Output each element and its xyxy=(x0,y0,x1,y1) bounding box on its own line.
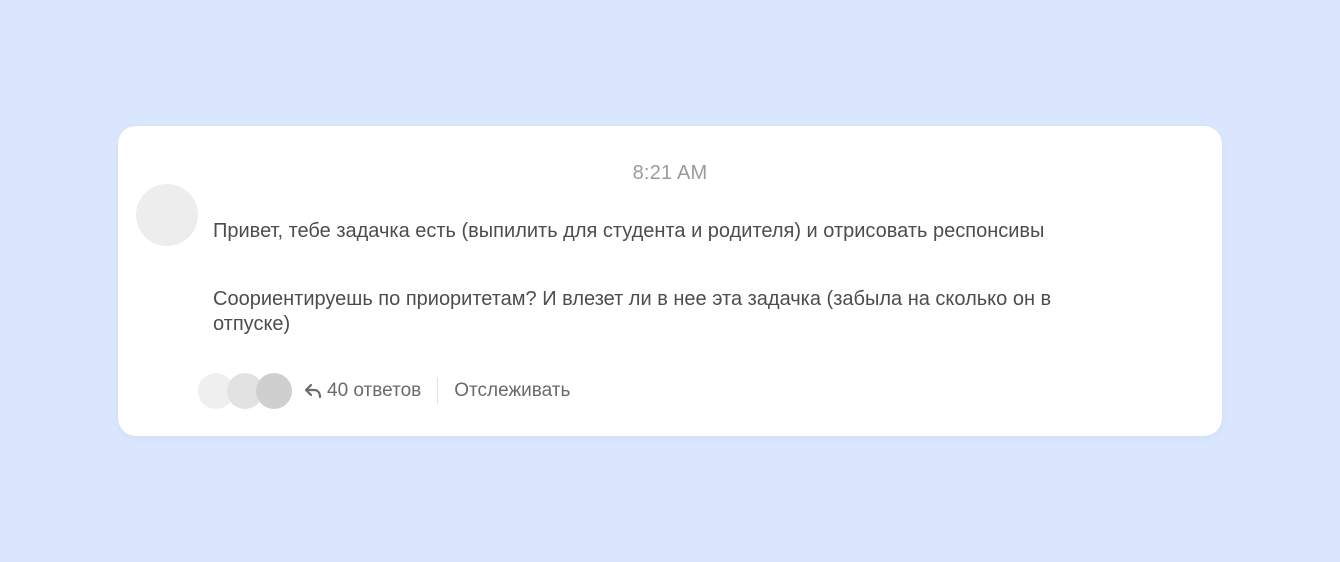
reply-arrow-icon xyxy=(304,382,322,400)
participant-avatars[interactable] xyxy=(198,372,294,410)
sender-avatar[interactable] xyxy=(136,184,198,246)
footer-divider xyxy=(437,378,439,404)
message-card: 8:21 AM Привет, тебе задачка есть (выпил… xyxy=(118,126,1222,436)
follow-button[interactable]: Отслеживать xyxy=(454,380,570,402)
thread-footer: 40 ответов Отслеживать xyxy=(198,372,570,410)
message-paragraph-2: Соориентируешь по приоритетам? И влезет … xyxy=(213,288,1052,335)
message-paragraph-1: Привет, тебе задачка есть (выпилить для … xyxy=(213,220,1045,242)
participant-avatar xyxy=(256,373,292,409)
replies-link[interactable]: 40 ответов xyxy=(327,380,421,402)
message-timestamp: 8:21 AM xyxy=(632,162,708,184)
